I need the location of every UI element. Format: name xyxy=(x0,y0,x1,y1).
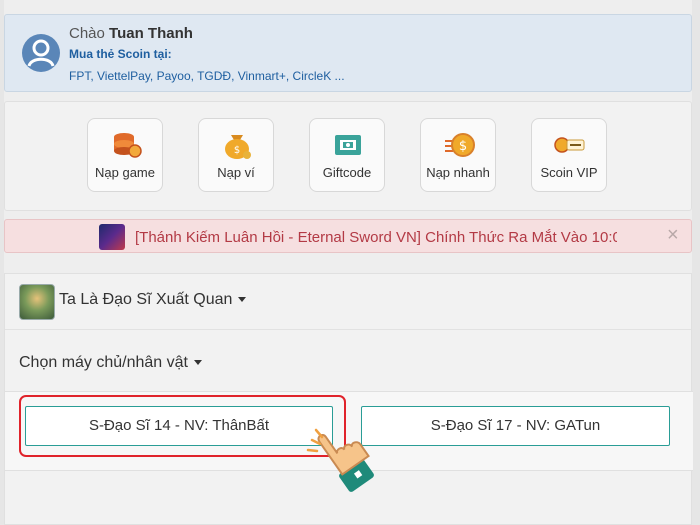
announcement-game-thumbnail xyxy=(99,224,125,250)
service-nap-game-button[interactable]: Nạp game xyxy=(87,118,163,192)
service-label: Nạp nhanh xyxy=(426,165,490,180)
announcement-text[interactable]: [Thánh Kiếm Luân Hồi - Eternal Sword VN]… xyxy=(135,229,617,247)
service-label: Giftcode xyxy=(322,165,372,180)
ticket-icon xyxy=(335,135,361,155)
services-panel: Nạp game $ Nạp ví Giftcode $ Nạp nhanh S… xyxy=(4,101,692,211)
server-select-label: Chọn máy chủ/nhân vật xyxy=(19,354,188,371)
caret-down-icon xyxy=(238,297,247,303)
greeting-title: Chào Tuan Thanh xyxy=(69,25,193,42)
divider xyxy=(5,329,691,330)
coin-stack-icon xyxy=(114,133,142,158)
character-option-1[interactable]: S-Đạo Sĩ 14 - NV: ThânBất xyxy=(25,406,333,446)
service-nap-vi-button[interactable]: $ Nạp ví xyxy=(198,118,274,192)
store-list: FPT, ViettelPay, Payoo, TGDĐ, Vinmart+, … xyxy=(69,69,345,83)
service-label: Nạp game xyxy=(95,165,155,180)
svg-text:$: $ xyxy=(234,145,240,156)
user-name: Tuan Thanh xyxy=(109,25,193,42)
announcement-bar[interactable]: [Thánh Kiếm Luân Hồi - Eternal Sword VN]… xyxy=(4,219,692,253)
fast-coin-icon: $ xyxy=(445,133,475,157)
service-scoin-vip-button[interactable]: Scoin VIP xyxy=(531,118,607,192)
caret-down-icon xyxy=(194,360,202,366)
pointing-hand-icon xyxy=(306,428,374,492)
service-giftcode-button[interactable]: Giftcode xyxy=(309,118,385,192)
server-select-dropdown[interactable]: Chọn máy chủ/nhân vật xyxy=(19,354,202,372)
game-thumbnail xyxy=(19,284,55,320)
scoin-vip-icon xyxy=(554,137,585,153)
greeting-subtitle: Mua thẻ Scoin tại: xyxy=(69,47,172,61)
service-label: Nạp ví xyxy=(217,165,255,180)
greeting-hello: Chào xyxy=(69,25,105,42)
game-name: Ta Là Đạo Sĩ Xuất Quan xyxy=(59,291,233,308)
close-icon[interactable]: × xyxy=(667,225,679,245)
user-avatar-icon xyxy=(22,34,60,72)
greeting-panel: Chào Tuan Thanh Mua thẻ Scoin tại: FPT, … xyxy=(4,14,692,92)
money-bag-icon: $ xyxy=(225,135,251,159)
game-select-dropdown[interactable]: Ta Là Đạo Sĩ Xuất Quan xyxy=(59,291,247,309)
svg-text:$: $ xyxy=(459,139,467,154)
service-nap-nhanh-button[interactable]: $ Nạp nhanh xyxy=(420,118,496,192)
service-label: Scoin VIP xyxy=(540,165,598,180)
character-option-2[interactable]: S-Đạo Sĩ 17 - NV: GATun xyxy=(361,406,670,446)
